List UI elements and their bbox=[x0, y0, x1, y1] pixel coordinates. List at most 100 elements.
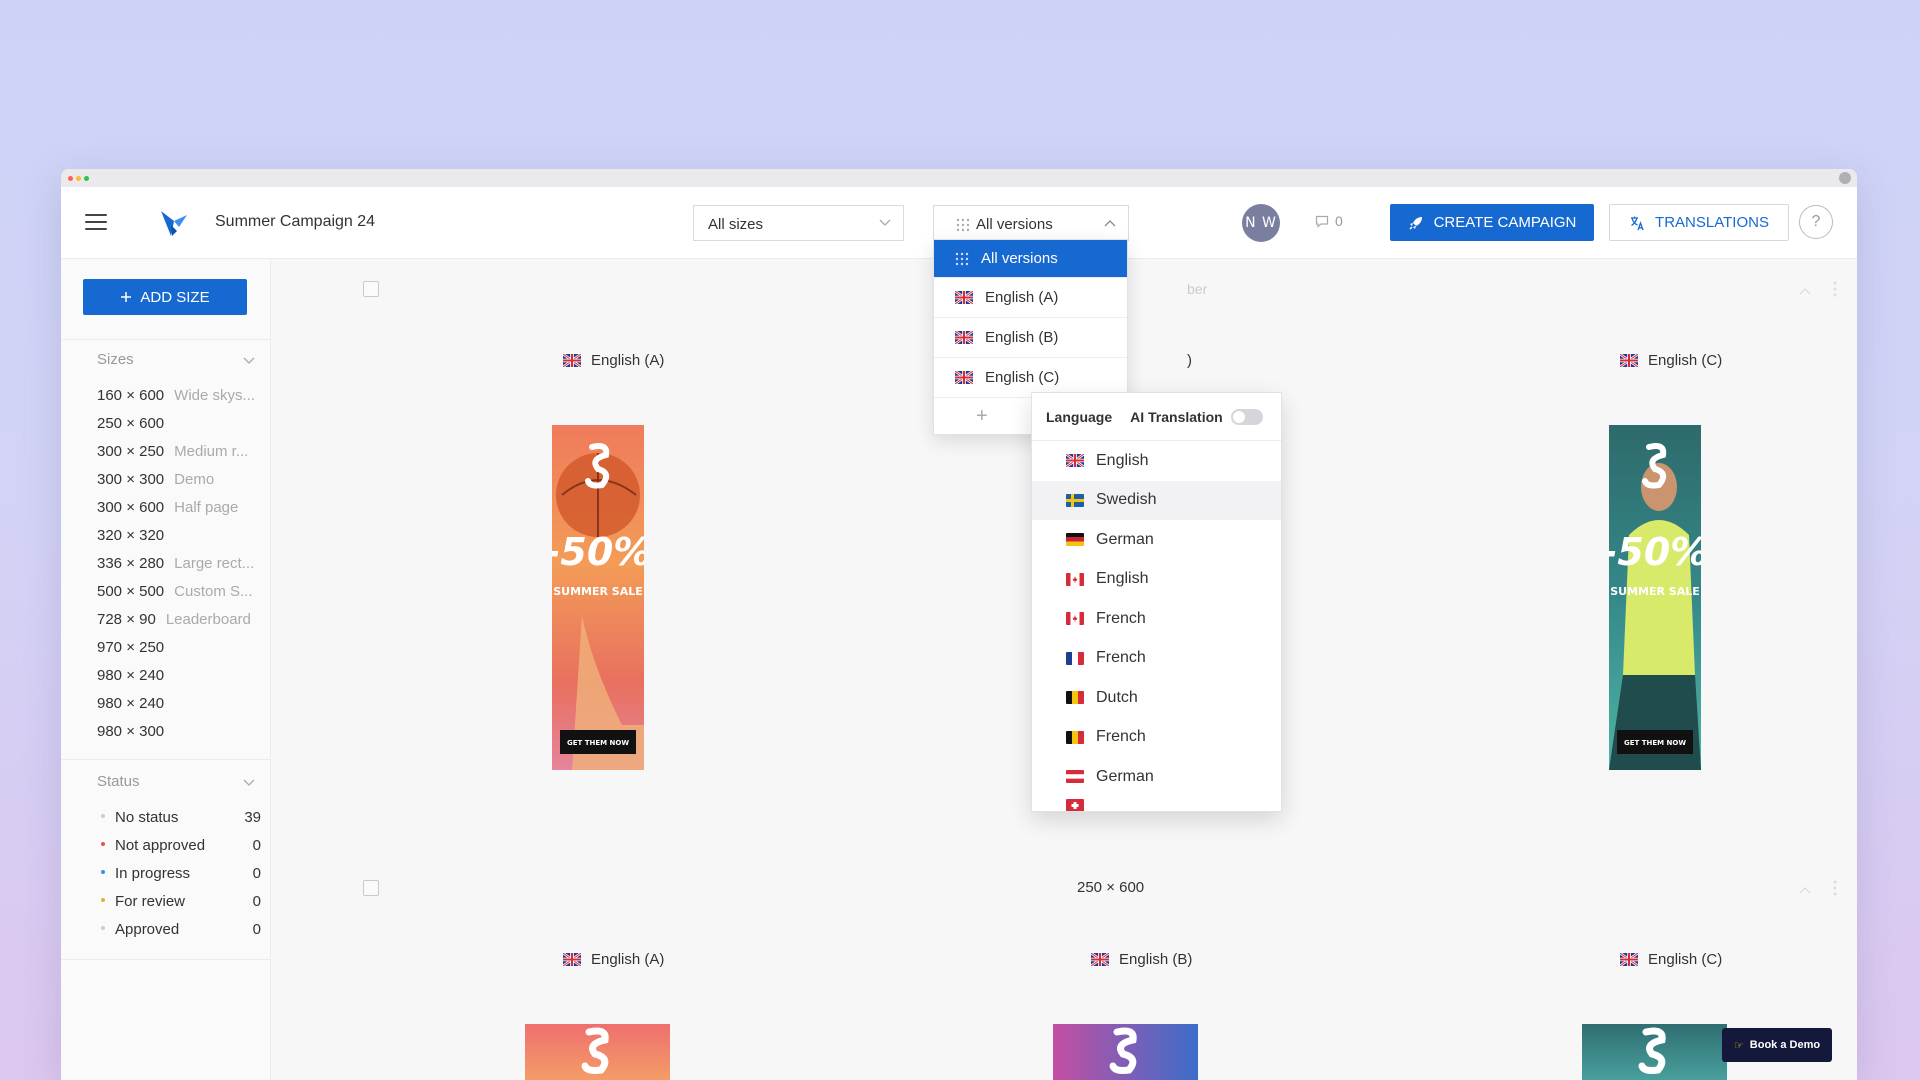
chevron-up-icon[interactable] bbox=[1799, 287, 1811, 295]
status-item[interactable]: Not approved 0 bbox=[101, 837, 261, 854]
uk-flag-icon bbox=[955, 291, 973, 304]
versions-select-value: All versions bbox=[976, 216, 1053, 233]
language-option[interactable]: French bbox=[1032, 639, 1281, 679]
translations-button[interactable]: TRANSLATIONS bbox=[1609, 204, 1789, 241]
banner-preview-a[interactable]: -50% SUMMER SALE GET THEM NOW bbox=[552, 425, 644, 770]
size-item[interactable]: 160 × 600 Wide skys... bbox=[97, 387, 255, 404]
version-label: English (A) bbox=[563, 951, 664, 968]
banner-headline: SUMMER SALE bbox=[1610, 585, 1700, 598]
language-option[interactable]: German bbox=[1032, 520, 1281, 560]
plus-icon bbox=[121, 292, 132, 302]
rocket-icon bbox=[1409, 216, 1422, 230]
butterfly-logo-icon bbox=[161, 211, 187, 236]
help-button[interactable]: ? bbox=[1799, 205, 1833, 239]
status-dot bbox=[101, 898, 105, 903]
status-dot bbox=[101, 870, 105, 875]
ai-translation-toggle[interactable] bbox=[1230, 408, 1263, 425]
banner-graphic: -50% SUMMER SALE GET THEM NOW bbox=[1609, 443, 1701, 770]
size-item[interactable]: 728 × 90 Leaderboard bbox=[97, 611, 251, 628]
status-item[interactable]: No status 39 bbox=[101, 809, 261, 826]
version-option-all[interactable]: All versions bbox=[934, 240, 1127, 278]
user-avatar[interactable]: N W bbox=[1242, 204, 1280, 242]
language-option[interactable]: English bbox=[1032, 441, 1281, 481]
version-label: English (C) bbox=[1620, 951, 1722, 968]
minimize-dot[interactable] bbox=[76, 176, 81, 181]
more-vertical-icon[interactable] bbox=[1833, 281, 1837, 297]
add-size-button[interactable]: ADD SIZE bbox=[83, 279, 247, 315]
version-option[interactable]: English (B) bbox=[934, 318, 1127, 358]
banner-preview-c[interactable]: -50% SUMMER SALE GET THEM NOW bbox=[1609, 425, 1701, 770]
size-item[interactable]: 300 × 250 Medium r... bbox=[97, 443, 248, 460]
sidebar-divider bbox=[61, 759, 270, 760]
uk-flag-icon bbox=[955, 331, 973, 344]
comment-count: 0 bbox=[1335, 213, 1343, 229]
size-item[interactable]: 300 × 300 Demo bbox=[97, 471, 214, 488]
status-item[interactable]: For review 0 bbox=[101, 893, 261, 910]
chevron-down-icon[interactable] bbox=[243, 779, 255, 787]
language-option-partial[interactable] bbox=[1032, 797, 1281, 811]
germany-flag-icon bbox=[1066, 533, 1084, 547]
status-dot bbox=[101, 814, 105, 819]
size-item[interactable]: 500 × 500 Custom S... bbox=[97, 583, 253, 600]
versions-select[interactable]: All versions bbox=[933, 205, 1129, 241]
sizes-select[interactable]: All sizes bbox=[693, 205, 904, 241]
comments-counter[interactable]: 0 bbox=[1315, 213, 1343, 229]
window-close-icon[interactable] bbox=[1839, 172, 1851, 184]
status-dot bbox=[101, 842, 105, 847]
status-item[interactable]: In progress 0 bbox=[101, 865, 261, 882]
language-option[interactable]: English bbox=[1032, 560, 1281, 600]
chevron-up-icon[interactable] bbox=[1799, 886, 1811, 894]
size-item[interactable]: 250 × 600 bbox=[97, 415, 174, 432]
group-title-partial: ber bbox=[1187, 281, 1208, 297]
book-demo-button[interactable]: ☞ Book a Demo bbox=[1722, 1028, 1832, 1062]
chevron-down-icon bbox=[879, 219, 891, 226]
group-checkbox[interactable] bbox=[363, 281, 379, 297]
sidebar-divider bbox=[61, 959, 270, 960]
comment-icon bbox=[1315, 215, 1329, 228]
size-item[interactable]: 300 × 600 Half page bbox=[97, 499, 238, 516]
version-option[interactable]: English (A) bbox=[934, 278, 1127, 318]
status-section-title[interactable]: Status bbox=[97, 773, 140, 790]
close-dot[interactable] bbox=[68, 176, 73, 181]
size-item[interactable]: 980 × 240 bbox=[97, 695, 174, 712]
campaign-title: Summer Campaign 24 bbox=[215, 213, 376, 230]
banner-preview-a2[interactable] bbox=[525, 1024, 670, 1080]
language-panel-header: Language AI Translation bbox=[1032, 393, 1281, 441]
size-item[interactable]: 320 × 320 bbox=[97, 527, 174, 544]
size-item[interactable]: 980 × 300 bbox=[97, 723, 174, 740]
maximize-dot[interactable] bbox=[84, 176, 89, 181]
grid-dots-icon bbox=[956, 218, 970, 232]
size-item[interactable]: 970 × 250 bbox=[97, 639, 174, 656]
belgium-flag-icon bbox=[1066, 730, 1084, 744]
language-option[interactable]: Dutch bbox=[1032, 678, 1281, 718]
france-flag-icon bbox=[1066, 651, 1084, 665]
create-campaign-button[interactable]: CREATE CAMPAIGN bbox=[1390, 204, 1594, 241]
banner-graphic bbox=[1638, 1027, 1666, 1074]
banner-cta: GET THEM NOW bbox=[567, 739, 629, 747]
uk-flag-icon bbox=[955, 371, 973, 384]
banner-preview-c2[interactable] bbox=[1582, 1024, 1727, 1080]
uk-flag-icon bbox=[1066, 454, 1084, 468]
book-demo-label: Book a Demo bbox=[1749, 1039, 1821, 1051]
language-option[interactable]: French bbox=[1032, 718, 1281, 758]
language-option[interactable]: German bbox=[1032, 757, 1281, 797]
group-title: 250 × 600 bbox=[1077, 879, 1145, 896]
austria-flag-icon bbox=[1066, 770, 1084, 784]
status-dot bbox=[101, 926, 105, 931]
chevron-down-icon[interactable] bbox=[243, 357, 255, 365]
banner-preview-b2[interactable] bbox=[1053, 1024, 1198, 1080]
size-item[interactable]: 980 × 240 bbox=[97, 667, 174, 684]
language-option[interactable]: Swedish bbox=[1032, 480, 1281, 520]
status-item[interactable]: Approved 0 bbox=[101, 921, 261, 938]
language-option[interactable]: French bbox=[1032, 599, 1281, 639]
group-checkbox[interactable] bbox=[363, 880, 379, 896]
size-item[interactable]: 336 × 280 Large rect... bbox=[97, 555, 254, 572]
sizes-section-title[interactable]: Sizes bbox=[97, 351, 134, 368]
canada-flag-icon bbox=[1066, 612, 1084, 626]
add-size-label: ADD SIZE bbox=[140, 288, 210, 306]
menu-icon[interactable] bbox=[85, 214, 107, 230]
version-label: English (C) bbox=[1620, 352, 1722, 369]
ai-translation-label: AI Translation bbox=[1130, 408, 1223, 425]
banner-cta: GET THEM NOW bbox=[1624, 739, 1686, 747]
more-vertical-icon[interactable] bbox=[1833, 880, 1837, 896]
